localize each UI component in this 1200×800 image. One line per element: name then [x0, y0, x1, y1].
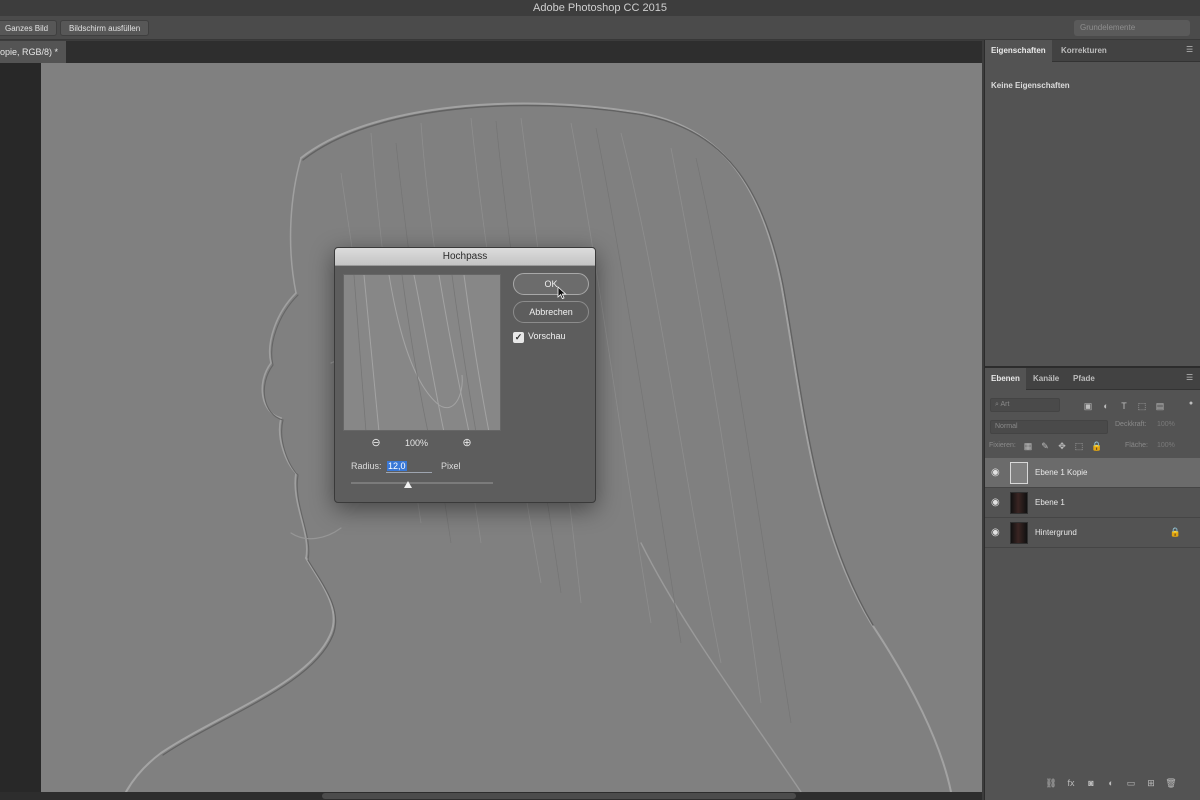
properties-tabs: Eigenschaften Korrekturen ☰ [985, 40, 1200, 62]
smart-object-filter-icon[interactable]: ▤ [1155, 401, 1165, 411]
preview-label: Vorschau [528, 331, 566, 341]
lock-label: Fixieren: [989, 442, 1016, 449]
zoom-in-icon[interactable]: ⊕ [460, 436, 474, 450]
layer-thumbnail [1010, 522, 1028, 544]
zoom-controls: ⊖ 100% ⊕ [343, 436, 501, 450]
scrollbar-thumb[interactable] [322, 793, 796, 799]
layer-row[interactable]: ◉ Ebene 1 [985, 488, 1200, 518]
tab-layers[interactable]: Ebenen [985, 368, 1026, 390]
fill-screen-button[interactable]: Bildschirm ausfüllen [60, 20, 150, 36]
lock-transparency-icon[interactable]: ▦ [1023, 441, 1033, 451]
shape-filter-icon[interactable]: ⬚ [1137, 401, 1147, 411]
panel-menu-icon[interactable]: ☰ [1186, 374, 1194, 382]
tab-properties[interactable]: Eigenschaften [985, 40, 1052, 62]
workspace-switcher[interactable]: Grundelemente [1074, 20, 1190, 36]
cancel-button[interactable]: Abbrechen [513, 301, 589, 323]
no-properties-text: Keine Eigenschaften [991, 81, 1070, 90]
radius-slider[interactable] [351, 481, 493, 488]
layers-footer: ⛓ fx ◙ ◐ ▭ ⊞ 🗑 [1045, 776, 1195, 790]
image-filter-icon[interactable]: ▣ [1083, 401, 1093, 411]
layer-filter-input[interactable]: ⌕ Art [990, 398, 1060, 412]
app-title-bar: Adobe Photoshop CC 2015 [0, 0, 1200, 16]
opacity-label: Deckkraft: [1115, 421, 1147, 428]
add-mask-icon[interactable]: ◙ [1085, 776, 1097, 790]
type-filter-icon[interactable]: T [1119, 401, 1129, 411]
eye-icon[interactable]: ◉ [991, 497, 1003, 509]
adjustment-layer-icon[interactable]: ◐ [1105, 776, 1117, 790]
slider-handle[interactable] [404, 481, 412, 488]
layer-name: Ebene 1 Kopie [1035, 468, 1088, 477]
fill-label: Fläche: [1125, 442, 1148, 449]
eye-icon[interactable]: ◉ [991, 527, 1003, 539]
layer-row[interactable]: ◉ Ebene 1 Kopie [985, 458, 1200, 488]
preview-image [344, 275, 500, 430]
horizontal-scrollbar[interactable] [0, 792, 982, 800]
ok-button[interactable]: OK [513, 273, 589, 295]
zoom-value: 100% [405, 438, 429, 448]
zoom-out-icon[interactable]: ⊖ [369, 436, 383, 450]
filter-toggle-icon[interactable]: ● [1186, 399, 1196, 409]
filter-placeholder: Art [1000, 401, 1010, 408]
new-group-icon[interactable]: ▭ [1125, 776, 1137, 790]
panel-menu-icon[interactable]: ☰ [1186, 46, 1194, 54]
radius-value: 12,0 [387, 461, 407, 471]
app-title: Adobe Photoshop CC 2015 [533, 2, 667, 14]
lock-artboard-icon[interactable]: ⬚ [1074, 441, 1084, 451]
radius-unit: Pixel [441, 461, 461, 471]
layer-row[interactable]: ◉ Hintergrund 🔒 [985, 518, 1200, 548]
layer-thumbnail [1010, 462, 1028, 484]
layers-tabs: Ebenen Kanäle Pfade ☰ [985, 368, 1200, 390]
layer-thumbnail [1010, 492, 1028, 514]
fx-icon[interactable]: fx [1065, 776, 1077, 790]
link-layers-icon[interactable]: ⛓ [1045, 776, 1057, 790]
layer-name: Ebene 1 [1035, 498, 1065, 507]
new-layer-icon[interactable]: ⊞ [1145, 776, 1157, 790]
eye-icon[interactable]: ◉ [991, 467, 1003, 479]
opacity-value[interactable]: 100% [1157, 421, 1175, 428]
adjustment-filter-icon[interactable]: ◐ [1101, 401, 1111, 411]
layers-panel: Ebenen Kanäle Pfade ☰ ⌕ Art ▣ ◐ T ⬚ ▤ ● … [984, 366, 1200, 800]
lock-pixels-icon[interactable]: ✎ [1040, 441, 1050, 451]
fit-screen-button[interactable]: Ganzes Bild [0, 20, 58, 36]
layer-name: Hintergrund [1035, 528, 1077, 537]
properties-panel: Eigenschaften Korrekturen ☰ Keine Eigens… [984, 40, 1200, 366]
blend-mode-select[interactable]: Normal [990, 420, 1108, 434]
radius-input[interactable]: 12,0 [386, 459, 432, 473]
dialog-title: Hochpass [335, 248, 595, 266]
radius-label: Radius: [351, 461, 382, 471]
tab-channels[interactable]: Kanäle [1027, 368, 1065, 390]
trash-icon[interactable]: 🗑 [1165, 776, 1177, 790]
lock-all-icon[interactable]: 🔒 [1091, 441, 1102, 451]
document-tabs: opie, RGB/8) * [0, 41, 982, 63]
fill-value[interactable]: 100% [1157, 442, 1175, 449]
document-tab-label: opie, RGB/8) * [0, 47, 59, 57]
mouse-cursor-icon [557, 286, 567, 300]
lock-icon: 🔒 [1169, 527, 1181, 537]
lock-position-icon[interactable]: ✥ [1057, 441, 1067, 451]
filter-preview[interactable] [343, 274, 501, 431]
document-tab[interactable]: opie, RGB/8) * [0, 41, 67, 63]
preview-checkbox[interactable]: ✓ [513, 332, 524, 343]
options-bar: Ganzes Bild Bildschirm ausfüllen Grundel… [0, 16, 1200, 40]
tab-paths[interactable]: Pfade [1067, 368, 1101, 390]
tools-panel [0, 63, 41, 800]
tab-adjustments[interactable]: Korrekturen [1055, 40, 1113, 62]
